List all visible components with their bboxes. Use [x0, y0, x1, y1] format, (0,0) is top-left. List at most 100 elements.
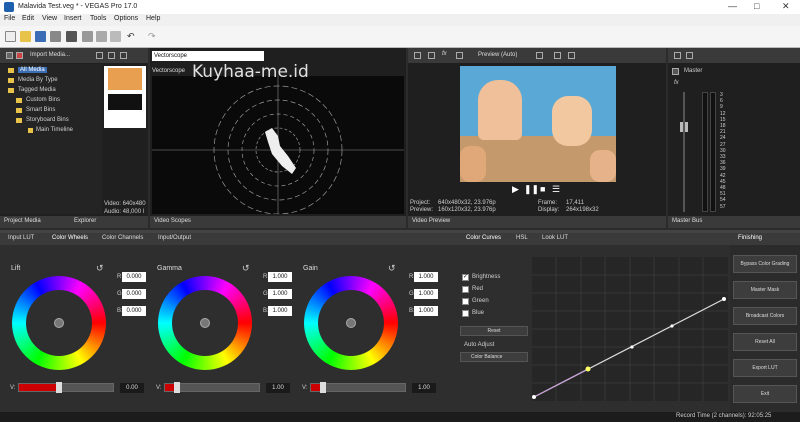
new-icon[interactable]: [5, 31, 16, 42]
tab-color-wheels[interactable]: Color Wheels: [52, 235, 88, 241]
open-icon[interactable]: [20, 31, 31, 42]
render-icon[interactable]: [66, 31, 77, 42]
tree-item-media-by-type[interactable]: Media By Type: [18, 77, 58, 83]
wheel-0-color-wheel[interactable]: [12, 276, 106, 370]
wheel-1-b-input[interactable]: 1.000: [268, 306, 292, 316]
media-search-icon[interactable]: [120, 52, 127, 59]
loop-button[interactable]: ☰: [552, 184, 560, 195]
play-button[interactable]: ▶: [512, 184, 519, 195]
wheel-1-color-wheel[interactable]: [158, 276, 252, 370]
tab-look-lut[interactable]: Look LUT: [542, 235, 568, 241]
master-settings-icon[interactable]: [674, 52, 681, 59]
preview-external-icon[interactable]: [428, 52, 435, 59]
undo-icon[interactable]: ↶: [127, 31, 138, 42]
preview-settings-icon[interactable]: [414, 52, 421, 59]
redo-icon[interactable]: ↷: [148, 31, 159, 42]
curve-check-brightness[interactable]: ✓: [462, 274, 469, 281]
wheel-0-v-knob[interactable]: [56, 382, 62, 393]
copy-icon[interactable]: [96, 31, 107, 42]
save-icon[interactable]: [35, 31, 46, 42]
master-lock-icon[interactable]: [672, 68, 679, 75]
minimize-button[interactable]: —: [728, 1, 737, 11]
wheel-1-v-slider[interactable]: [164, 382, 260, 393]
menu-insert[interactable]: Insert: [64, 15, 82, 22]
media-tools-icon[interactable]: [96, 52, 103, 59]
stop-button[interactable]: ■: [540, 184, 545, 194]
media-views-icon[interactable]: [6, 52, 13, 59]
fx-icon[interactable]: fx: [442, 51, 447, 57]
pause-button[interactable]: ❚❚: [524, 184, 539, 195]
menu-file[interactable]: File: [4, 15, 15, 22]
wheel-0-g-input[interactable]: 0.000: [122, 289, 146, 299]
wheel-1-reset-icon[interactable]: ↺: [242, 263, 250, 274]
wheel-1-v-knob[interactable]: [174, 382, 180, 393]
wheel-0-handle[interactable]: [54, 318, 64, 328]
paste-icon[interactable]: [110, 31, 121, 42]
tree-item-storyboard-bins[interactable]: Storyboard Bins: [26, 117, 69, 123]
tab-input-output[interactable]: Input/Output: [158, 235, 191, 241]
wheel-2-g-input[interactable]: 1.000: [414, 289, 438, 299]
wheel-2-color-wheel[interactable]: [304, 276, 398, 370]
tab-video-preview[interactable]: Video Preview: [412, 218, 450, 224]
master-fx-icon[interactable]: fx: [674, 80, 679, 86]
tab-color-curves[interactable]: Color Curves: [466, 235, 501, 241]
tree-item-main-timeline[interactable]: Main Timeline: [36, 127, 73, 133]
tree-item-smart-bins[interactable]: Smart Bins: [26, 107, 55, 113]
wheel-1-v-value[interactable]: 1.00: [266, 383, 290, 393]
color-balance-dropdown[interactable]: Color Balance: [460, 352, 528, 362]
finishing-button-0[interactable]: Bypass Color Grading: [733, 255, 797, 273]
snapshot-icon[interactable]: [554, 52, 561, 59]
wheel-2-v-slider[interactable]: [310, 382, 406, 393]
wheel-0-v-slider[interactable]: [18, 382, 114, 393]
media-remove-icon[interactable]: [16, 52, 23, 59]
media-thumbnail[interactable]: [104, 66, 146, 128]
menu-edit[interactable]: Edit: [22, 15, 34, 22]
wheel-0-reset-icon[interactable]: ↺: [96, 263, 104, 274]
preview-crop-icon[interactable]: [456, 52, 463, 59]
curve-check-green[interactable]: [462, 298, 469, 305]
wheel-2-handle[interactable]: [346, 318, 356, 328]
tab-explorer[interactable]: Explorer: [74, 218, 96, 224]
wheel-2-v-value[interactable]: 1.00: [412, 383, 436, 393]
properties-icon[interactable]: [50, 31, 61, 42]
tab-project-media[interactable]: Project Media: [4, 218, 41, 224]
copy-snapshot-icon[interactable]: [568, 52, 575, 59]
finishing-button-3[interactable]: Reset All: [733, 333, 797, 351]
wheel-1-handle[interactable]: [200, 318, 210, 328]
curve-check-blue[interactable]: [462, 310, 469, 317]
curve-graph[interactable]: [532, 257, 728, 401]
wheel-2-r-input[interactable]: 1.000: [414, 272, 438, 282]
overlay-icon[interactable]: [536, 52, 543, 59]
wheel-2-reset-icon[interactable]: ↺: [388, 263, 396, 274]
finishing-button-2[interactable]: Broadcast Colors: [733, 307, 797, 325]
cut-icon[interactable]: [82, 31, 93, 42]
tab-video-scopes[interactable]: Video Scopes: [154, 218, 191, 224]
tab-hsl[interactable]: HSL: [516, 235, 528, 241]
master-mixer-icon[interactable]: [686, 52, 693, 59]
import-media-button[interactable]: Import Media...: [30, 52, 70, 58]
wheel-0-b-input[interactable]: 0.000: [122, 306, 146, 316]
tab-color-channels[interactable]: Color Channels: [102, 235, 143, 241]
scope-type-dropdown[interactable]: Vectorscope: [152, 51, 264, 61]
tree-item-custom-bins[interactable]: Custom Bins: [26, 97, 60, 103]
wheel-1-g-input[interactable]: 1.000: [268, 289, 292, 299]
curve-check-red[interactable]: [462, 286, 469, 293]
finishing-button-1[interactable]: Master Mask: [733, 281, 797, 299]
tab-master-bus[interactable]: Master Bus: [672, 218, 702, 224]
wheel-2-b-input[interactable]: 1.000: [414, 306, 438, 316]
finishing-button-4[interactable]: Export LUT: [733, 359, 797, 377]
tree-item-all-media[interactable]: All Media: [18, 67, 47, 73]
finishing-button-5[interactable]: Exit: [733, 385, 797, 403]
preview-quality-dropdown[interactable]: Preview (Auto): [478, 52, 517, 58]
tab-input-lut[interactable]: Input LUT: [8, 235, 34, 241]
menu-help[interactable]: Help: [146, 15, 160, 22]
menu-tools[interactable]: Tools: [90, 15, 106, 22]
wheel-1-r-input[interactable]: 1.000: [268, 272, 292, 282]
maximize-button[interactable]: □: [754, 1, 759, 11]
wheel-0-v-value[interactable]: 0.00: [120, 383, 144, 393]
media-fx-icon[interactable]: [108, 52, 115, 59]
wheel-0-r-input[interactable]: 0.000: [122, 272, 146, 282]
wheel-2-v-knob[interactable]: [320, 382, 326, 393]
close-button[interactable]: ✕: [782, 1, 790, 12]
menu-options[interactable]: Options: [114, 15, 138, 22]
